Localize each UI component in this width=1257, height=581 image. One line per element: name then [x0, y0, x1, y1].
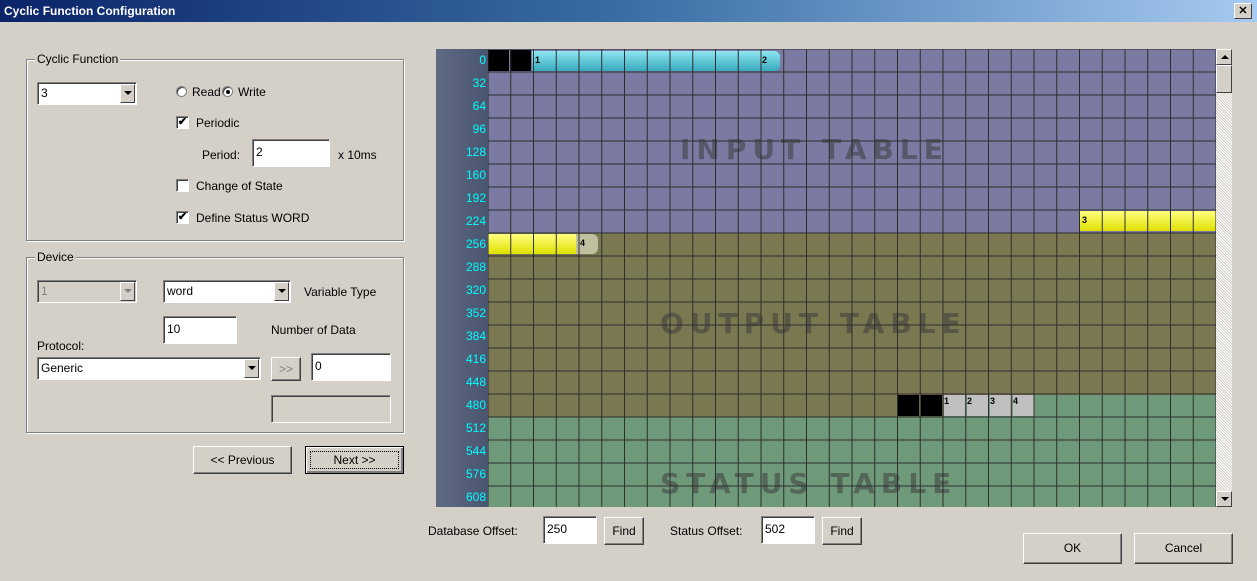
- change-of-state-label: Change of State: [196, 179, 283, 193]
- row-label: 352: [465, 306, 486, 320]
- memory-map-grid[interactable]: INPUT TABLE OUTPUT TABLE STATUS TABLE 1 …: [436, 49, 1216, 507]
- number-of-data-input[interactable]: 10: [163, 316, 237, 344]
- cancel-button[interactable]: Cancel: [1134, 533, 1233, 564]
- row-label: 128: [465, 145, 486, 159]
- device-group-label: Device: [35, 250, 76, 264]
- grid-scrollbar[interactable]: [1216, 49, 1232, 507]
- protocol-value: Generic: [37, 357, 261, 380]
- row-label: 448: [465, 375, 486, 389]
- cyclic-function-select[interactable]: 3: [37, 82, 137, 105]
- row-label: 384: [465, 329, 486, 343]
- protocol-select[interactable]: Generic: [37, 357, 261, 380]
- cyclic-function-group-label: Cyclic Function: [35, 52, 121, 66]
- window-title: Cyclic Function Configuration: [4, 4, 176, 18]
- row-label: 544: [465, 444, 486, 458]
- next-button[interactable]: Next >>: [305, 446, 404, 474]
- write-label: Write: [238, 85, 266, 99]
- device-select[interactable]: 1: [37, 280, 137, 303]
- row-label: 608: [465, 490, 486, 504]
- row-label: 96: [472, 122, 486, 136]
- period-label: Period:: [202, 148, 241, 162]
- scroll-down-icon[interactable]: [1216, 491, 1232, 507]
- close-icon[interactable]: ✕: [1234, 3, 1252, 19]
- row-label: 32: [472, 76, 486, 90]
- title-bar: Cyclic Function Configuration ✕: [0, 0, 1257, 22]
- offset-input[interactable]: 0: [311, 353, 391, 381]
- ok-button[interactable]: OK: [1023, 533, 1122, 564]
- read-label: Read: [192, 85, 221, 99]
- period-unit: x 10ms: [338, 148, 377, 162]
- row-label: 512: [465, 421, 486, 435]
- row-label: 192: [465, 191, 486, 205]
- grid-lines: [488, 49, 1216, 507]
- scroll-thumb[interactable]: [1216, 65, 1232, 93]
- row-label: 64: [472, 99, 486, 113]
- db-offset-input[interactable]: 250: [543, 516, 597, 544]
- status-offset-find-button[interactable]: Find: [822, 517, 862, 545]
- period-input[interactable]: 2: [252, 139, 330, 167]
- row-label: 288: [465, 260, 486, 274]
- row-label: 256: [465, 237, 486, 251]
- status-word-label: Define Status WORD: [196, 211, 310, 225]
- next-button-label: Next >>: [333, 453, 376, 467]
- chevron-down-icon: [120, 282, 135, 301]
- number-of-data-label: Number of Data: [271, 323, 356, 337]
- previous-button[interactable]: << Previous: [193, 446, 292, 474]
- db-offset-label: Database Offset:: [428, 524, 518, 538]
- write-radio[interactable]: [222, 86, 233, 97]
- protocol-label: Protocol:: [37, 339, 85, 353]
- periodic-label: Periodic: [196, 116, 240, 130]
- row-label: 416: [465, 352, 486, 366]
- variable-type-value: word: [163, 280, 291, 303]
- extra-field: [271, 395, 391, 423]
- status-offset-input[interactable]: 502: [761, 516, 815, 544]
- scroll-up-icon[interactable]: [1216, 49, 1232, 65]
- variable-type-label: Variable Type: [304, 285, 377, 299]
- row-label: 0: [479, 53, 486, 67]
- read-radio[interactable]: [176, 86, 187, 97]
- chevron-down-icon: [244, 359, 259, 378]
- status-word-checkbox[interactable]: ✔: [176, 211, 189, 224]
- row-label: 224: [465, 214, 486, 228]
- chevron-down-icon: [274, 282, 289, 301]
- row-label: 576: [465, 467, 486, 481]
- db-offset-find-button[interactable]: Find: [604, 517, 644, 545]
- periodic-checkbox[interactable]: ✔: [176, 116, 189, 129]
- status-offset-label: Status Offset:: [670, 524, 743, 538]
- variable-type-select[interactable]: word: [163, 280, 291, 303]
- protocol-arrow-button[interactable]: >>: [271, 357, 301, 381]
- row-label: 160: [465, 168, 486, 182]
- row-label: 480: [465, 398, 486, 412]
- change-of-state-checkbox[interactable]: [176, 179, 189, 192]
- row-label: 320: [465, 283, 486, 297]
- chevron-down-icon: [120, 84, 135, 103]
